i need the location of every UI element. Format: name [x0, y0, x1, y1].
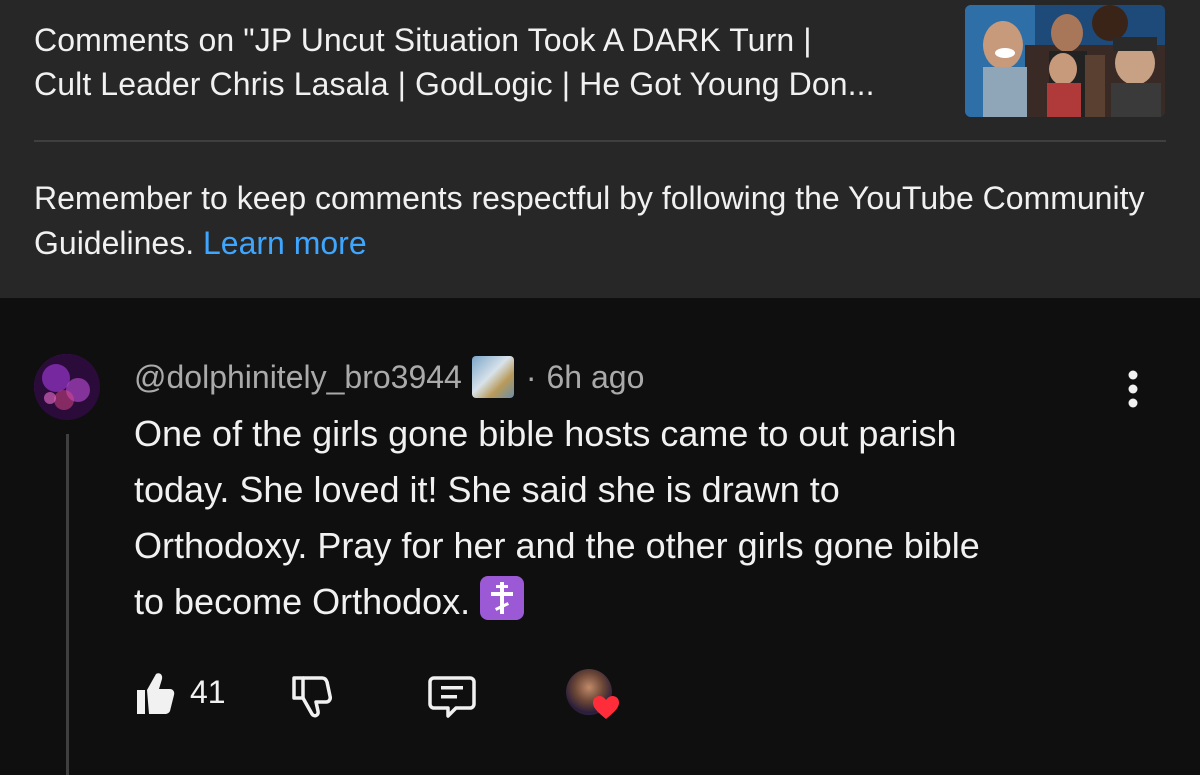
orthodox-cross-icon [491, 582, 514, 614]
heart-icon [593, 696, 619, 719]
comment-line-4-text: to become Orthodox. [134, 581, 471, 622]
kebab-menu-icon [1128, 370, 1138, 408]
thumbs-down-icon [292, 676, 332, 718]
avatar[interactable] [34, 354, 100, 420]
reply-comment-icon [428, 676, 476, 718]
comment-timestamp[interactable]: 6h ago [546, 359, 644, 396]
orthodox-cross-emoji-icon [480, 576, 525, 620]
reply-button[interactable] [428, 672, 476, 725]
channel-badge-icon [471, 356, 514, 398]
learn-more-link[interactable]: Learn more [203, 225, 367, 261]
comment-body: One of the girls gone bible hosts came t… [134, 406, 1134, 630]
like-count: 41 [190, 674, 226, 710]
video-title-line-2: Cult Leader Chris Lasala | GodLogic | He… [34, 66, 875, 102]
header-divider [34, 140, 1166, 142]
video-thumbnail-image [965, 5, 1165, 117]
community-guidelines-notice: Remember to keep comments respectful by … [34, 176, 1154, 266]
avatar-image [34, 354, 100, 420]
more-options-icon[interactable] [1118, 368, 1148, 410]
thumbs-up-icon [137, 673, 175, 714]
creator-heart [566, 669, 626, 729]
comment-line-1: One of the girls gone bible hosts came t… [134, 413, 957, 454]
comment-line-2: today. She loved it! She said she is dra… [134, 469, 840, 510]
dislike-button[interactable] [290, 674, 334, 725]
comment-meta: @dolphinitely_bro3944 · 6h ago [134, 356, 644, 398]
comments-header-panel: Comments on "JP Uncut Situation Took A D… [0, 0, 1200, 298]
comment-author[interactable]: @dolphinitely_bro3944 [134, 359, 462, 396]
comment-line-3: Orthodoxy. Pray for her and the other gi… [134, 525, 980, 566]
meta-separator: · [525, 358, 537, 395]
guidelines-text: Remember to keep comments respectful by … [34, 180, 1145, 261]
comment-line-4: to become Orthodox. [134, 574, 1134, 630]
like-button[interactable] [134, 670, 176, 721]
reply-thread-line [66, 434, 69, 775]
video-title-line-1: Comments on "JP Uncut Situation Took A D… [34, 22, 812, 58]
video-title[interactable]: Comments on "JP Uncut Situation Took A D… [34, 18, 934, 106]
video-thumbnail[interactable] [965, 5, 1165, 117]
